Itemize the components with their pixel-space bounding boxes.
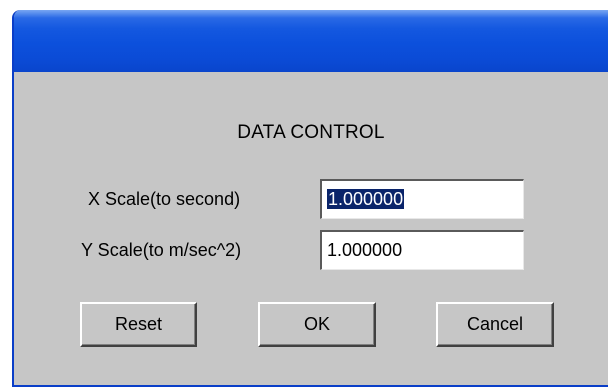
y-scale-input[interactable]: 1.000000 xyxy=(320,230,524,270)
titlebar-highlight xyxy=(14,10,608,18)
x-scale-label: X Scale(to second) xyxy=(88,189,241,209)
data-control-dialog: DATA CONTROL X Scale(to second) 1.000000… xyxy=(12,10,608,387)
x-scale-input[interactable]: 1.000000 xyxy=(320,179,524,219)
y-scale-value: 1.000000 xyxy=(327,240,403,260)
cancel-button[interactable]: Cancel xyxy=(436,302,554,347)
dialog-heading: DATA CONTROL xyxy=(237,122,385,143)
x-scale-value: 1.000000 xyxy=(327,189,405,209)
ok-button[interactable]: OK xyxy=(258,302,376,347)
y-scale-label: Y Scale(to m/sec^2) xyxy=(81,240,242,260)
dialog-titlebar[interactable] xyxy=(14,10,608,72)
reset-button[interactable]: Reset xyxy=(80,302,197,347)
